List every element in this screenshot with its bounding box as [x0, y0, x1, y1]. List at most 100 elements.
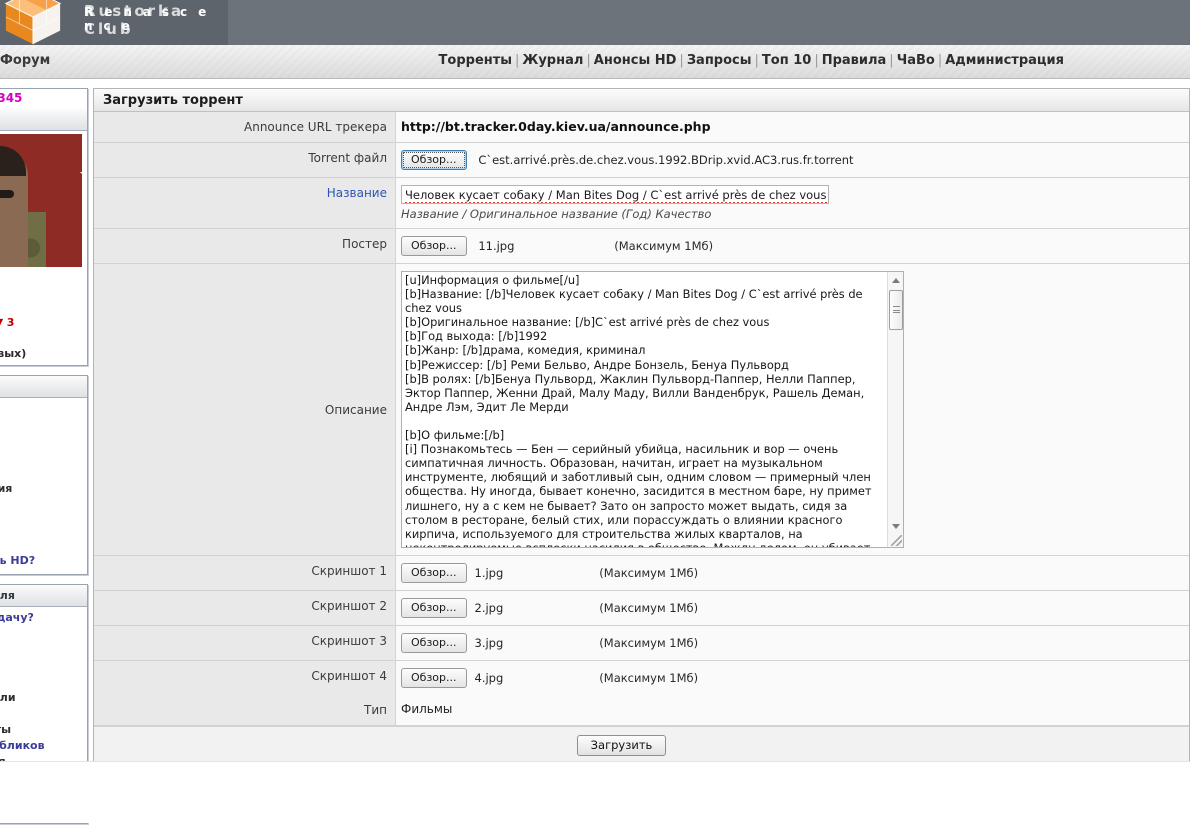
value-description: [u]Информация о фильме[/u] [b]Название: … [396, 264, 1189, 555]
value-announce-url: http://bt.tracker.0day.kiev.ua/announce.… [396, 112, 1189, 142]
sidebar-user-link-7[interactable]: рренты [0, 722, 82, 738]
form-row-screenshot-3: Скриншот 3 Обзор... 3.jpg (Максимум 1Мб) [94, 626, 1189, 661]
label-poster: Постер [94, 229, 396, 263]
form-row-description: Описание [u]Информация о фильме[/u] [b]Н… [94, 264, 1189, 556]
site-banner: Rustorka Club R e n a s c e n c e [0, 0, 1190, 45]
download-arrow-icon: ▼ [0, 316, 3, 329]
value-torrent-file: Обзор... C`est.arrivé.près.de.chez.vous.… [396, 143, 1189, 177]
cube-logo-icon [4, 0, 62, 45]
form-row-screenshot-4: Скриншот 4 Обзор... 4.jpg (Максимум 1Мб) [94, 661, 1189, 695]
nav-item-2[interactable]: Анонсы HD [594, 53, 677, 68]
label-type: Тип [94, 695, 396, 725]
sidebar-nav-link-1[interactable]: нты [0, 417, 82, 433]
poster-max-note: (Максимум 1Мб) [614, 239, 714, 253]
sidebar-user-link-6[interactable]: рузья [0, 706, 82, 722]
avatar: ★ [0, 134, 82, 267]
nav-separator: | [586, 53, 591, 68]
value-screenshot-2: Обзор... 2.jpg (Максимум 1Мб) [396, 591, 1189, 625]
announce-url-text: http://bt.tracker.0day.kiev.ua/announce.… [401, 119, 711, 134]
sidebar-user-menu-header: ователя [0, 585, 87, 607]
sidebar-messages[interactable]: (0 Новых) [0, 347, 82, 360]
nav-item-3[interactable]: Запросы [687, 53, 752, 68]
label-torrent-file: Torrent файл [94, 143, 396, 177]
screenshot-4-browse-button[interactable]: Обзор... [401, 668, 467, 688]
sidebar-ratio-value: 66,5 [0, 331, 82, 347]
screenshot-3-browse-button[interactable]: Обзор... [401, 633, 467, 653]
sidebar-user-link-2[interactable]: ль [0, 642, 82, 658]
torrent-file-browse-button[interactable]: Обзор... [401, 150, 467, 170]
nav-separator: | [754, 53, 759, 68]
nav-item-4[interactable]: Топ 10 [762, 53, 811, 68]
value-poster: Обзор... 11.jpg (Максимум 1Мб) [396, 229, 1189, 263]
sidebar-user-link-4[interactable]: дки [0, 674, 82, 690]
nav-forum-link[interactable]: Форум [0, 53, 50, 68]
nav-item-5[interactable]: Правила [822, 53, 887, 68]
sidebar-stat-0: 95 [0, 267, 82, 283]
sidebar-stat-2: 42 ТБ [0, 299, 82, 315]
sidebar-nav-link-2[interactable]: ать [0, 433, 82, 449]
upload-torrent-panel: Загрузить торрент Announce URL трекера h… [93, 88, 1190, 764]
sidebar-nav-header [0, 376, 87, 398]
upload-submit-button[interactable]: Загрузить [576, 735, 667, 756]
nav-item-6[interactable]: ЧаВо [897, 53, 935, 68]
poster-browse-button[interactable]: Обзор... [401, 236, 467, 256]
screenshot-1-browse-button[interactable]: Обзор... [401, 563, 467, 583]
sidebar-nav-link-0[interactable]: ия [0, 401, 82, 417]
description-textarea[interactable]: [u]Информация о фильме[/u] [b]Название: … [401, 271, 904, 548]
name-input[interactable]: Человек кусает собаку / Man Bites Dog / … [401, 185, 829, 204]
form-row-poster: Постер Обзор... 11.jpg (Максимум 1Мб) [94, 229, 1189, 264]
sidebar-nav-link-3[interactable]: сы [0, 449, 82, 465]
sidebar-user-link-3[interactable]: и [0, 658, 82, 674]
form-row-name: Название Человек кусает собаку / Man Bit… [94, 178, 1189, 229]
label-name[interactable]: Название [94, 178, 396, 228]
screenshot-4-file-name: 4.jpg [474, 671, 504, 685]
sidebar-ratio-row: ▲ 29 ▼ 3 [0, 315, 82, 331]
screenshot-2-max-note: (Максимум 1Мб) [599, 601, 699, 615]
sidebar-username[interactable]: an12345 [0, 89, 87, 109]
screenshot-3-file-name: 3.jpg [474, 636, 504, 650]
sidebar-user-link-0[interactable]: ь раздачу? [0, 610, 82, 626]
screenshot-3-max-note: (Максимум 1Мб) [599, 636, 699, 650]
value-screenshot-3: Обзор... 3.jpg (Максимум 1Мб) [396, 626, 1189, 660]
sidebar-leeching-count: 3 [6, 316, 15, 329]
sidebar-nav-question-0[interactable]: чать? [0, 537, 82, 553]
page-footer-area [0, 761, 1190, 823]
sidebar-nav-link-4[interactable]: ы HD [0, 465, 82, 481]
banner-logo-area: Rustorka Club R e n a s c e n c e [0, 0, 228, 45]
submit-row: Загрузить [94, 726, 1189, 763]
nav-separator: | [814, 53, 819, 68]
nav-separator: | [889, 53, 894, 68]
label-screenshot-3: Скриншот 3 [94, 626, 396, 660]
sidebar-nav-question-1[interactable]: отреть HD? [0, 553, 82, 569]
sidebar-nav-sublink-1[interactable]: па [0, 521, 82, 537]
sidebar-nav-sublink-0[interactable]: л [0, 505, 82, 521]
value-name: Человек кусает собаку / Man Bites Dog / … [396, 178, 1189, 228]
sidebar-user-link-1[interactable]: вить [0, 626, 82, 642]
nav-menu: Торренты | Журнал | Анонсы HD | Запросы | Топ 10… [439, 53, 1064, 68]
page-title: Загрузить торрент [94, 89, 1189, 112]
label-announce-url: Announce URL трекера [94, 112, 396, 142]
left-sidebar: an12345 ★ 95 24 ТБ 42 ТБ ▲ 29 ▼ 3 66,5 (… [0, 88, 88, 833]
scrollbar-thumb[interactable] [889, 290, 903, 330]
textarea-resize-handle[interactable] [891, 535, 902, 546]
description-scrollbar[interactable] [887, 272, 903, 547]
scrollbar-up-button[interactable] [888, 272, 903, 288]
value-screenshot-4: Обзор... 4.jpg (Максимум 1Мб) [396, 661, 1189, 695]
main-navbar: Форум Торренты | Журнал | Анонсы HD | Запросы |… [0, 45, 1190, 79]
scrollbar-down-button[interactable] [888, 518, 903, 534]
form-row-screenshot-1: Скриншот 1 Обзор... 1.jpg (Максимум 1Мб) [94, 556, 1189, 591]
nav-separator: | [515, 53, 520, 68]
sidebar-user-link-5[interactable]: ователи [0, 690, 82, 706]
nav-item-0[interactable]: Торренты [439, 53, 513, 68]
sidebar-nav-link-5[interactable]: ожения [0, 481, 82, 497]
nav-item-1[interactable]: Журнал [522, 53, 583, 68]
sidebar-user-header [0, 109, 87, 131]
screenshot-2-browse-button[interactable]: Обзор... [401, 598, 467, 618]
poster-file-name: 11.jpg [478, 239, 515, 253]
sidebar-user-link-8[interactable]: од бубликов [0, 738, 82, 754]
form-row-screenshot-2: Скриншот 2 Обзор... 2.jpg (Максимум 1Мб) [94, 591, 1189, 626]
nav-item-7[interactable]: Администрация [945, 53, 1064, 68]
form-row-type: Тип Фильмы [94, 695, 1189, 726]
value-type: Фильмы [396, 695, 1189, 725]
screenshot-2-file-name: 2.jpg [474, 601, 504, 615]
